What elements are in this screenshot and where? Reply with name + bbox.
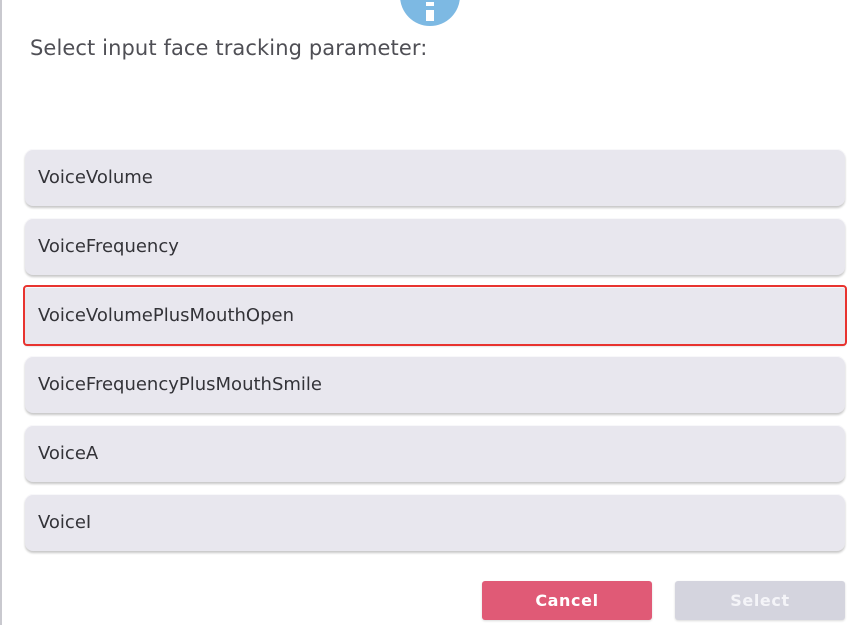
option-label: VoiceFrequency (38, 236, 179, 257)
cancel-button[interactable]: Cancel (482, 581, 652, 620)
option-voice-i[interactable]: VoiceI (25, 494, 845, 551)
option-voice-volume-plus-mouth-open[interactable]: VoiceVolumePlusMouthOpen (23, 285, 847, 346)
info-icon (400, 0, 460, 26)
parameter-option-list: VoiceVolume VoiceFrequency VoiceVolumePl… (23, 149, 847, 563)
option-voice-frequency[interactable]: VoiceFrequency (25, 218, 845, 275)
info-icon-bar (426, 10, 434, 21)
option-label: VoiceVolumePlusMouthOpen (38, 305, 294, 326)
info-icon-dot (426, 2, 434, 6)
select-parameter-dialog: Select input face tracking parameter: Vo… (0, 0, 861, 625)
dialog-prompt: Select input face tracking parameter: (30, 36, 428, 60)
select-button[interactable]: Select (675, 581, 845, 620)
dialog-left-border (0, 0, 2, 625)
option-label: VoiceVolume (38, 167, 153, 188)
option-voice-a[interactable]: VoiceA (25, 425, 845, 482)
option-voice-volume[interactable]: VoiceVolume (25, 149, 845, 206)
option-voice-frequency-plus-mouth-smile[interactable]: VoiceFrequencyPlusMouthSmile (25, 356, 845, 413)
option-label: VoiceA (38, 443, 99, 464)
option-label: VoiceFrequencyPlusMouthSmile (38, 374, 322, 395)
option-label: VoiceI (38, 512, 92, 533)
